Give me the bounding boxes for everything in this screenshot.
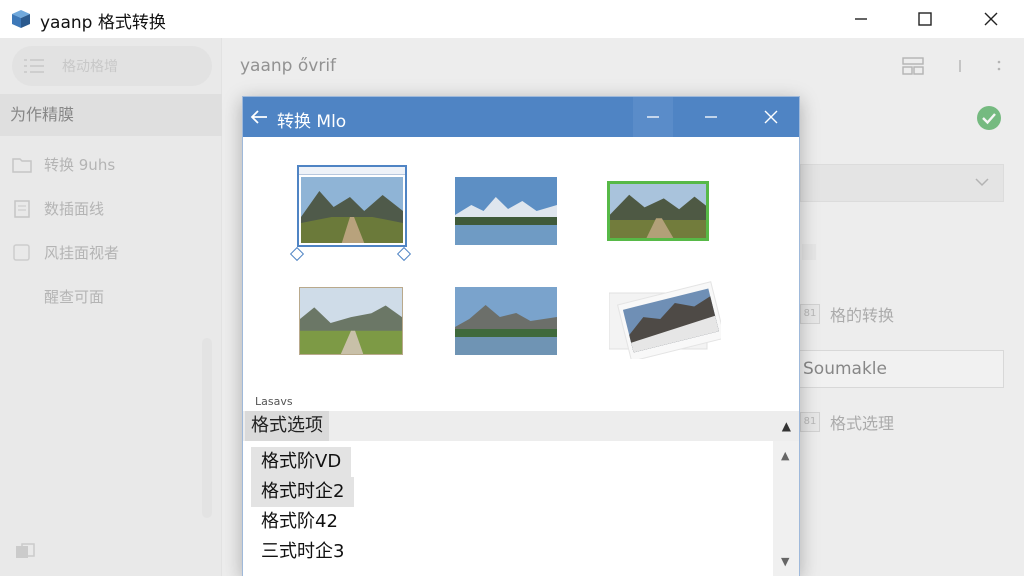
section-label: Lasavs [255, 395, 293, 408]
dialog-titlebar: 转换 Mlo [243, 97, 799, 137]
resize-handle[interactable] [396, 246, 412, 262]
maximize-icon [918, 12, 932, 26]
option-item[interactable]: 格式阶42 [251, 507, 348, 537]
resize-handle[interactable] [289, 246, 305, 262]
option-item[interactable]: 三式时企3 [251, 537, 354, 567]
minimize-icon [705, 116, 717, 118]
close-button[interactable] [968, 0, 1014, 38]
close-icon [984, 12, 998, 26]
back-arrow-icon[interactable] [249, 107, 269, 127]
options-header-label: 格式选项 [245, 411, 329, 441]
options-scrollbar[interactable]: ▲ ▼ [773, 441, 799, 576]
landscape-image-icon [455, 287, 557, 355]
scroll-down-icon[interactable]: ▼ [781, 555, 789, 568]
thumbnail-tilted-photo[interactable] [608, 277, 726, 362]
dialog-minimize-button[interactable] [633, 97, 673, 137]
landscape-image-icon [608, 281, 726, 362]
thumbnail-mountain-lake-2[interactable] [455, 287, 557, 355]
close-icon [764, 110, 778, 124]
app-box-icon [12, 10, 30, 28]
thumbnail-valley-road[interactable] [299, 287, 403, 355]
dialog-close-button[interactable] [751, 97, 791, 137]
maximize-button[interactable] [902, 0, 948, 38]
options-header[interactable]: 格式选项 ▲ [243, 411, 799, 441]
dialog-restore-button[interactable] [691, 97, 731, 137]
scroll-up-icon[interactable]: ▲ [781, 449, 789, 462]
options-list: 格式阶VD 格式时企2 格式阶42 三式时企3 ▲ ▼ [243, 441, 799, 576]
thumbnail-mountain-road[interactable] [301, 177, 403, 243]
thumbnail-mountain-lake[interactable] [455, 177, 557, 245]
minimize-button[interactable] [838, 0, 884, 38]
dialog-title: 转换 Mlo [277, 112, 347, 132]
minimize-icon [855, 18, 867, 20]
landscape-image-icon [300, 288, 402, 354]
thumbnail-selection-cap [299, 167, 405, 175]
landscape-image-icon [610, 184, 706, 238]
window-titlebar: yaanp 格式转换 [0, 0, 1024, 38]
minimize-icon [647, 116, 659, 118]
collapse-arrow-icon[interactable]: ▲ [782, 419, 791, 433]
option-item[interactable]: 格式时企2 [251, 477, 355, 507]
thumbnail-mountain-road-green[interactable] [607, 181, 709, 241]
landscape-image-icon [301, 177, 403, 243]
window-title: yaanp 格式转换 [40, 13, 166, 33]
landscape-image-icon [455, 177, 557, 245]
option-item[interactable]: 格式阶VD [251, 447, 352, 477]
convert-dialog: 转换 Mlo Lasavs 格式选项 ▲ 格式阶VD 格式时企2 格式阶42 三… [242, 96, 800, 576]
